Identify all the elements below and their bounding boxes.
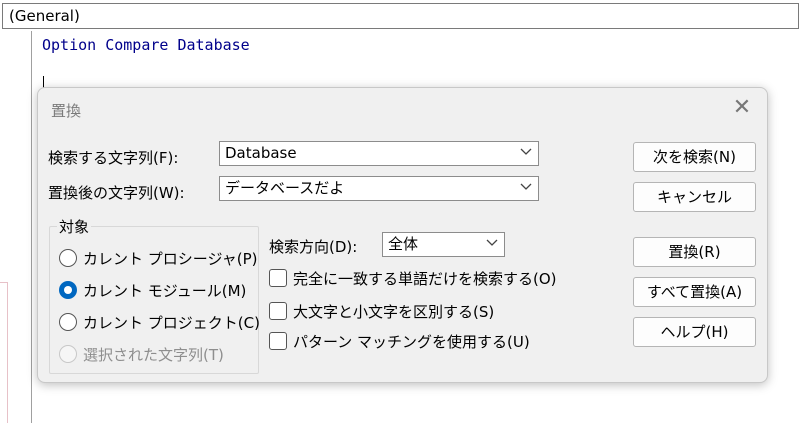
radio-button[interactable] [59, 313, 77, 331]
checkbox-label: 大文字と小文字を区別する(S) [293, 303, 495, 321]
chevron-down-icon[interactable] [486, 236, 498, 248]
replace-all-button[interactable]: すべて置換(A) [633, 277, 756, 307]
replace-combo[interactable]: データベースだよ [219, 176, 539, 201]
direction-value: 全体 [388, 235, 419, 253]
side-panel-edge [0, 282, 8, 423]
radio-button-selected[interactable] [59, 281, 77, 299]
replace-dialog: 置換 ✕ 検索する文字列(F): Database 置換後の文字列(W): デー… [37, 87, 768, 383]
cancel-button[interactable]: キャンセル [633, 182, 756, 212]
find-next-button[interactable]: 次を検索(N) [633, 142, 756, 172]
procedure-combo[interactable]: (General) [2, 3, 799, 29]
radio-button[interactable] [59, 249, 77, 267]
direction-select[interactable]: 全体 [382, 232, 505, 257]
checkbox[interactable] [269, 302, 287, 320]
radio-label: 選択された文字列(T) [83, 346, 224, 364]
help-button[interactable]: ヘルプ(H) [633, 317, 756, 347]
checkbox-label: パターン マッチングを使用する(U) [293, 333, 530, 351]
direction-label: 検索方向(D): [269, 238, 358, 256]
editor-margin-line [31, 31, 32, 423]
replace-button[interactable]: 置換(R) [633, 237, 756, 267]
close-icon[interactable]: ✕ [730, 96, 754, 120]
find-combo[interactable]: Database [219, 141, 539, 166]
radio-label: カレント プロシージャ(P) [83, 250, 258, 268]
dialog-title: 置換 [51, 102, 82, 120]
chevron-down-icon[interactable] [520, 180, 532, 192]
code-line[interactable]: Option Compare Database [42, 36, 250, 54]
scope-group-title: 対象 [57, 216, 92, 237]
checkbox[interactable] [269, 332, 287, 350]
find-value: Database [225, 144, 297, 162]
radio-label: カレント プロジェクト(C) [83, 314, 260, 332]
radio-label: カレント モジュール(M) [83, 282, 247, 300]
find-label: 検索する文字列(F): [48, 149, 179, 167]
radio-button-disabled [59, 345, 77, 363]
replace-value: データベースだよ [225, 179, 345, 197]
checkbox-label: 完全に一致する単語だけを検索する(O) [293, 270, 557, 288]
replace-label: 置換後の文字列(W): [48, 184, 185, 202]
checkbox[interactable] [269, 269, 287, 287]
chevron-down-icon[interactable] [520, 145, 532, 157]
